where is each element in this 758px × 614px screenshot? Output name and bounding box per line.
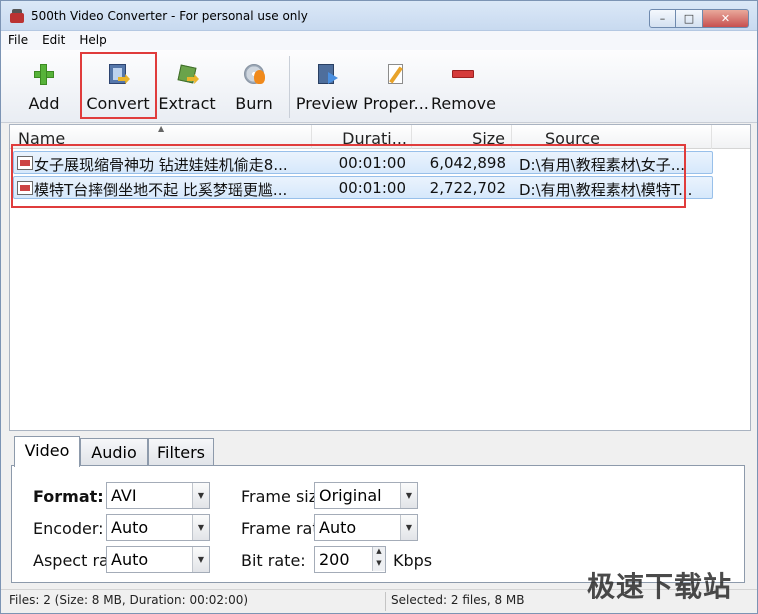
frame-size-label: Frame siz — [241, 487, 314, 506]
sort-ascending-icon: ▲ — [158, 124, 165, 133]
extract-icon — [175, 62, 199, 86]
window-title: 500th Video Converter - For personal use… — [31, 9, 308, 23]
burn-button-label: Burn — [235, 94, 273, 113]
chevron-down-icon: ▼ — [400, 515, 417, 540]
disc-icon — [242, 62, 266, 86]
add-button-label: Add — [28, 94, 60, 113]
bit-rate-spinner[interactable]: 200 ▲ ▼ — [314, 546, 386, 573]
frame-size-value: Original — [319, 486, 382, 505]
remove-icon — [451, 62, 475, 86]
frame-rate-label: Frame rat — [241, 519, 314, 538]
spin-down-icon[interactable]: ▼ — [372, 559, 385, 571]
encoder-value: Auto — [111, 518, 149, 537]
aspect-ratio-select[interactable]: Auto ▼ — [106, 546, 210, 573]
encoder-label: Encoder: — [33, 519, 104, 538]
properties-icon — [384, 62, 408, 86]
chevron-down-icon: ▼ — [192, 483, 209, 508]
aspect-ratio-label: Aspect ra — [33, 551, 106, 570]
extract-button-label: Extract — [158, 94, 216, 113]
rows-highlight-box — [11, 144, 686, 208]
menu-edit[interactable]: Edit — [35, 31, 72, 50]
preview-icon — [315, 62, 339, 86]
chevron-down-icon: ▼ — [192, 547, 209, 572]
encoder-select[interactable]: Auto ▼ — [106, 514, 210, 541]
status-selected: Selected: 2 files, 8 MB — [391, 593, 525, 607]
preview-button-label: Preview — [295, 94, 359, 113]
status-files: Files: 2 (Size: 8 MB, Duration: 00:02:00… — [9, 593, 249, 607]
bit-rate-unit: Kbps — [393, 551, 433, 570]
extract-button[interactable]: Extract — [157, 58, 217, 118]
status-divider — [385, 592, 386, 611]
menu-bar: File Edit Help — [1, 31, 757, 50]
title-bar: 500th Video Converter - For personal use… — [1, 1, 757, 31]
bit-rate-value: 200 — [319, 550, 350, 569]
convert-highlight-box — [80, 52, 157, 119]
tab-video[interactable]: Video — [14, 436, 80, 467]
bit-rate-label: Bit rate: — [241, 551, 306, 570]
remove-button-label: Remove — [431, 94, 496, 113]
minimize-button[interactable]: – — [649, 9, 676, 28]
properties-button[interactable]: Proper... — [363, 58, 429, 118]
format-select[interactable]: AVI ▼ — [106, 482, 210, 509]
chevron-down-icon: ▼ — [192, 515, 209, 540]
tab-audio[interactable]: Audio — [80, 438, 148, 466]
maximize-button[interactable]: □ — [676, 9, 703, 28]
chevron-down-icon: ▼ — [400, 483, 417, 508]
app-icon — [9, 9, 25, 23]
preview-button[interactable]: Preview — [295, 58, 359, 118]
add-button[interactable]: Add — [17, 58, 71, 118]
tab-filters[interactable]: Filters — [148, 438, 214, 466]
format-value: AVI — [111, 486, 137, 505]
frame-size-select[interactable]: Original ▼ — [314, 482, 418, 509]
remove-button[interactable]: Remove — [431, 58, 496, 118]
add-icon — [32, 62, 56, 86]
format-label: Format: — [33, 487, 104, 506]
properties-button-label: Proper... — [363, 94, 429, 113]
frame-rate-value: Auto — [319, 518, 357, 537]
menu-file[interactable]: File — [1, 31, 35, 50]
app-window: 500th Video Converter - For personal use… — [0, 0, 758, 614]
watermark-logo: 极速下载站 — [587, 570, 733, 603]
spin-up-icon[interactable]: ▲ — [372, 547, 385, 559]
window-controls: – □ ✕ — [649, 9, 749, 28]
frame-rate-select[interactable]: Auto ▼ — [314, 514, 418, 541]
aspect-ratio-value: Auto — [111, 550, 149, 569]
menu-help[interactable]: Help — [72, 31, 113, 50]
close-button[interactable]: ✕ — [703, 9, 749, 28]
burn-button[interactable]: Burn — [227, 58, 281, 118]
toolbar-separator — [289, 56, 290, 118]
